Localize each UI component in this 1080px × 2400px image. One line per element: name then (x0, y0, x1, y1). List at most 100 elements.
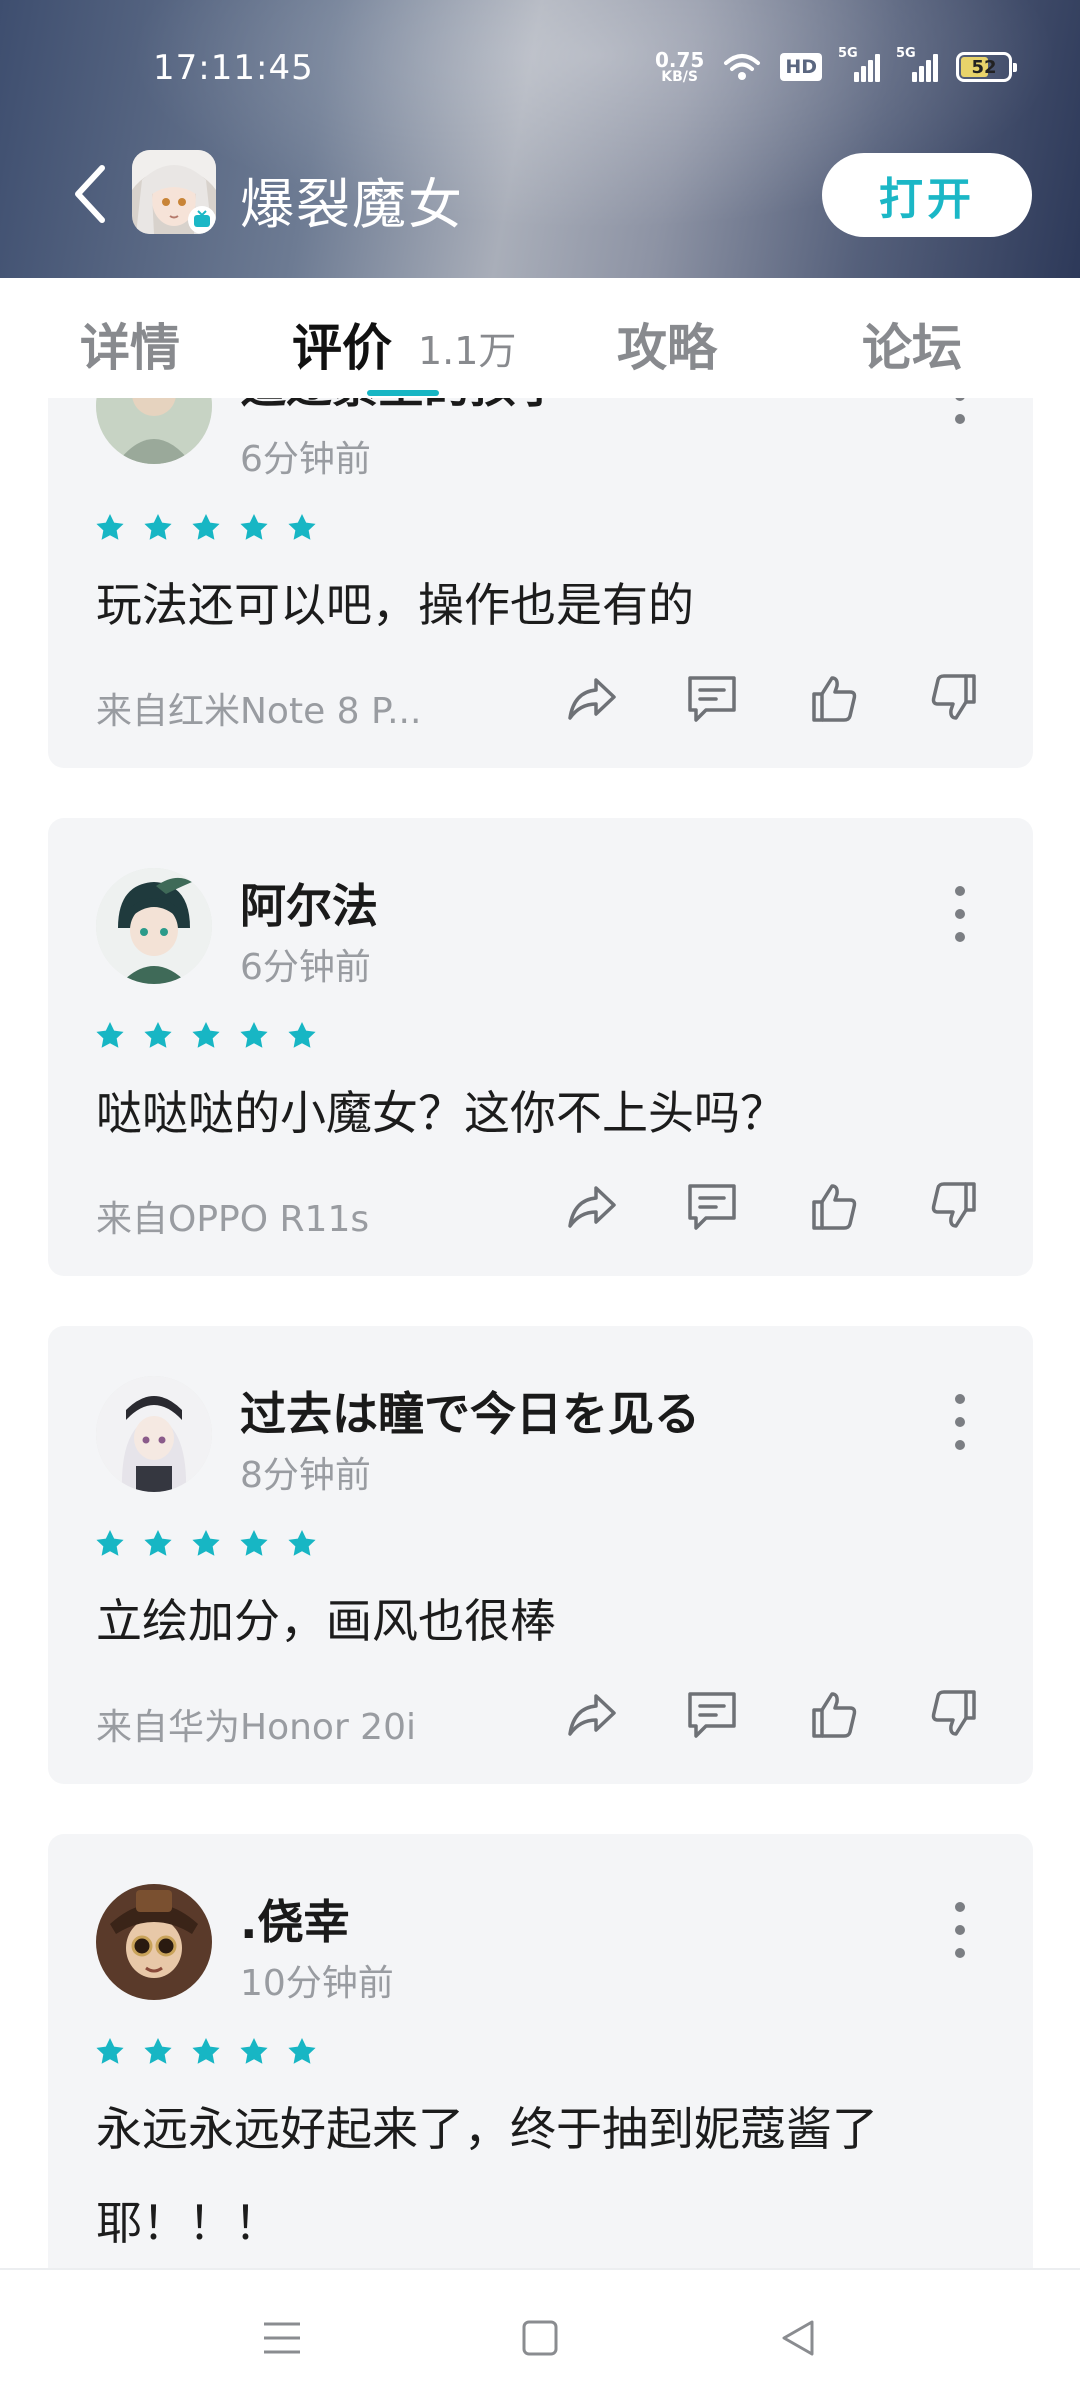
avatar[interactable] (96, 1376, 212, 1492)
star-icon (144, 514, 172, 540)
sim2-label: 5G (896, 46, 916, 61)
star-icon (240, 1022, 268, 1048)
chevron-left-icon (75, 165, 105, 223)
star-icon (96, 2038, 124, 2064)
like-button[interactable] (804, 1176, 864, 1236)
nav-menu-button[interactable] (254, 2310, 310, 2366)
star-icon (288, 514, 316, 540)
more-options-button[interactable] (950, 1902, 970, 1958)
tab-details[interactable]: 详情 (80, 308, 180, 380)
avatar[interactable] (96, 1884, 212, 2000)
avatar[interactable] (96, 398, 212, 464)
review-time: 10分钟前 (240, 1963, 394, 2004)
review-content[interactable]: 永远永远好起来了，终于抽到妮蔻酱了耶！！！ (96, 2082, 976, 2268)
wifi-icon (724, 54, 761, 80)
dislike-button[interactable] (924, 1176, 984, 1236)
rating-stars (94, 1020, 318, 1052)
star-icon (240, 1530, 268, 1556)
review-list[interactable]: 追逐繁星的孩子 6分钟前 玩法还可以吧，操作也是有的 来自红米Note 8 P.… (0, 398, 1080, 2268)
star-icon (144, 2038, 172, 2064)
hd-voice-badge: HD (780, 53, 822, 81)
more-options-button[interactable] (950, 886, 970, 942)
battery-icon: 52 (956, 52, 1017, 82)
back-button[interactable] (60, 162, 120, 226)
menu-icon (264, 2322, 300, 2354)
star-icon (192, 1022, 220, 1048)
share-icon (568, 1694, 616, 1736)
review-content[interactable]: 哒哒哒的小魔女？这你不上头吗？ (96, 1066, 976, 1160)
rating-stars (94, 2036, 318, 2068)
review-username[interactable]: 过去は瞳で今日を见る (240, 1378, 700, 1444)
signal-sim2-icon: 5G (896, 46, 938, 82)
game-title: 爆裂魔女 (240, 173, 464, 236)
system-nav-bar (0, 2268, 1080, 2400)
open-button[interactable]: 打开 (822, 153, 1032, 237)
share-button[interactable] (562, 1684, 622, 1744)
comment-icon (688, 1692, 736, 1738)
share-icon (568, 1186, 616, 1228)
network-speed-value: 0.75 (654, 48, 705, 72)
thumbs-down-icon (931, 674, 976, 720)
thumbs-down-icon (931, 1690, 976, 1736)
like-button[interactable] (804, 1684, 864, 1744)
star-icon (288, 1530, 316, 1556)
star-icon (96, 1530, 124, 1556)
tv-badge-icon (188, 206, 216, 234)
network-speed: 0.75 KB/S (655, 50, 704, 84)
star-icon (96, 514, 124, 540)
app-header: 17:11:45 0.75 KB/S HD 5G 5G 52 爆裂魔女 打开 (0, 0, 1080, 278)
dislike-button[interactable] (924, 1684, 984, 1744)
more-options-button[interactable] (950, 398, 970, 424)
review-content[interactable]: 玩法还可以吧，操作也是有的 (96, 558, 976, 652)
triangle-back-icon (782, 2320, 814, 2356)
review-username[interactable]: 追逐繁星的孩子 (240, 398, 562, 416)
star-icon (240, 2038, 268, 2064)
share-button[interactable] (562, 668, 622, 728)
review-content[interactable]: 立绘加分，画风也很棒 (96, 1574, 976, 1668)
thumbs-down-icon (931, 1182, 976, 1228)
review-card: 追逐繁星的孩子 6分钟前 玩法还可以吧，操作也是有的 来自红米Note 8 P.… (48, 398, 1033, 768)
tab-forum[interactable]: 论坛 (862, 308, 962, 380)
network-speed-unit: KB/S (661, 69, 698, 85)
review-device: 来自华为Honor 20i (96, 1707, 416, 1748)
review-card: 阿尔法 6分钟前 哒哒哒的小魔女？这你不上头吗？ 来自OPPO R11s (48, 818, 1033, 1276)
star-icon (144, 1530, 172, 1556)
tab-reviews-count: 1.1万 (418, 329, 517, 373)
rating-stars (94, 1528, 318, 1560)
star-icon (96, 1022, 124, 1048)
star-icon (192, 514, 220, 540)
game-icon (132, 150, 216, 234)
star-icon (288, 2038, 316, 2064)
share-button[interactable] (562, 1176, 622, 1236)
comment-icon (688, 676, 736, 722)
comment-button[interactable] (682, 1684, 742, 1744)
thumbs-up-icon (812, 676, 857, 722)
sim1-label: 5G (838, 46, 858, 61)
avatar[interactable] (96, 868, 212, 984)
tab-bar: 详情 评价 1.1万 攻略 论坛 (0, 278, 1080, 398)
review-time: 6分钟前 (240, 947, 371, 988)
share-icon (568, 678, 616, 720)
star-icon (192, 2038, 220, 2064)
comment-button[interactable] (682, 668, 742, 728)
status-time: 17:11:45 (153, 48, 314, 88)
battery-level: 52 (971, 56, 997, 78)
more-options-button[interactable] (950, 1394, 970, 1450)
tab-active-indicator (367, 390, 439, 396)
dislike-button[interactable] (924, 668, 984, 728)
comment-button[interactable] (682, 1176, 742, 1236)
review-username[interactable]: .侥幸 (240, 1886, 349, 1952)
nav-back-button[interactable] (770, 2310, 826, 2366)
nav-home-button[interactable] (512, 2310, 568, 2366)
status-icons: 0.75 KB/S HD 5G 5G 52 (655, 46, 1017, 84)
review-card: .侥幸 10分钟前 永远永远好起来了，终于抽到妮蔻酱了耶！！！ (48, 1834, 1033, 2268)
rating-stars (94, 512, 318, 544)
review-username[interactable]: 阿尔法 (240, 870, 378, 936)
review-device: 来自红米Note 8 P... (96, 691, 422, 732)
like-button[interactable] (804, 668, 864, 728)
status-bar: 17:11:45 0.75 KB/S HD 5G 5G 52 (0, 40, 1080, 104)
review-card: 过去は瞳で今日を见る 8分钟前 立绘加分，画风也很棒 来自华为Honor 20i (48, 1326, 1033, 1784)
tab-guides[interactable]: 攻略 (617, 308, 717, 380)
tab-reviews[interactable]: 评价 (292, 308, 392, 380)
review-time: 8分钟前 (240, 1455, 371, 1496)
